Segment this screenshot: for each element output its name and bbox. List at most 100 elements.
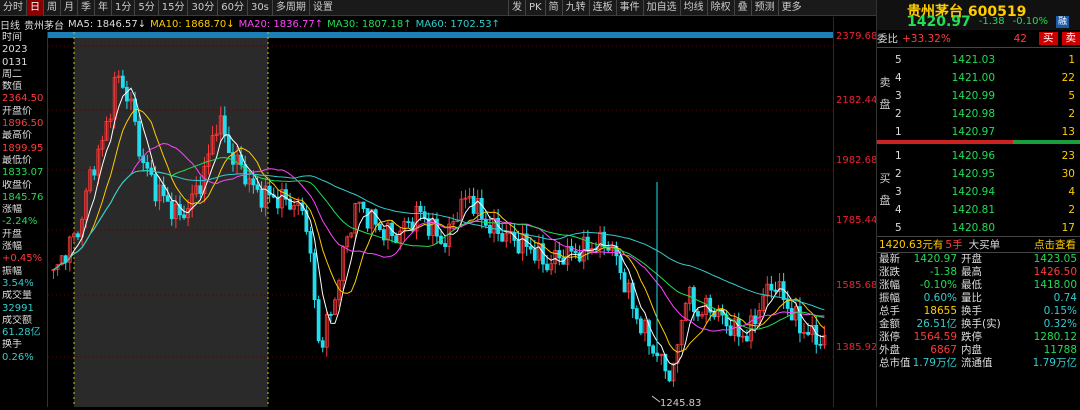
tool-button-4[interactable]: 连板 <box>589 0 616 16</box>
sell-level-row[interactable]: 51421.031 <box>877 51 1080 69</box>
crosshair-item: 涨幅 <box>0 204 47 216</box>
sell-level-row[interactable]: 31420.995 <box>877 87 1080 105</box>
weibi-value: +33.32% <box>902 30 969 47</box>
price-tick-label: 2379.68 <box>836 31 877 42</box>
tool-button-10[interactable]: 预测 <box>751 0 778 16</box>
tab-3[interactable]: 月 <box>60 0 77 16</box>
tab-2[interactable]: 周 <box>43 0 60 16</box>
level-volume: 30 <box>995 165 1075 183</box>
tool-button-2[interactable]: 简 <box>545 0 562 16</box>
sell-level-row[interactable]: 41421.0022 <box>877 69 1080 87</box>
candle-body <box>170 201 173 218</box>
stock-name-label: 贵州茅台 <box>24 17 64 31</box>
tool-button-6[interactable]: 加自选 <box>643 0 680 16</box>
buy-button[interactable]: 买 <box>1039 32 1058 45</box>
tab-11[interactable]: 30s <box>247 0 272 16</box>
weibi-label: 委比 <box>877 30 902 47</box>
big-order-view-link[interactable]: 点击查看 <box>1034 237 1076 252</box>
tool-button-11[interactable]: 更多 <box>778 0 805 16</box>
tool-button-0[interactable]: 发 <box>508 0 525 16</box>
level-price: 1420.99 <box>935 87 995 105</box>
selection-region[interactable] <box>74 32 268 407</box>
stat-row: 金额26.51亿换手(实)0.32% <box>877 318 1080 331</box>
level-price: 1420.96 <box>935 147 995 165</box>
sell-button[interactable]: 卖 <box>1062 32 1080 45</box>
sell-orderbook: 卖盘51421.03141421.002231420.99521420.9821… <box>877 48 1080 140</box>
weibi-row: 委比 +33.32% 42 买 卖 <box>877 30 1080 48</box>
sell-level-row[interactable]: 11420.9713 <box>877 123 1080 141</box>
stat-key: 换手 <box>957 305 1007 318</box>
tool-button-8[interactable]: 除权 <box>707 0 734 16</box>
price-tick-label: 1982.68 <box>836 155 877 166</box>
crosshair-item: 周二 <box>0 69 47 81</box>
candle-body <box>435 219 438 236</box>
tab-5[interactable]: 年 <box>94 0 111 16</box>
tab-0[interactable]: 分时 <box>0 0 26 16</box>
buy-orderbook: 买盘11420.962321420.953031420.94441420.812… <box>877 144 1080 236</box>
quote-change: -1.38 <box>979 16 1005 30</box>
kline-chart[interactable]: 1245.83 <box>48 32 833 407</box>
candle-body <box>444 243 447 246</box>
stat-value: 1280.12 <box>1007 331 1077 344</box>
tool-button-9[interactable]: 叠 <box>734 0 751 16</box>
ma60-label: MA60: 1702.53↑ <box>416 19 500 30</box>
candle-body <box>256 185 259 190</box>
tab-6[interactable]: 1分 <box>111 0 134 16</box>
buy-side-label: 买 <box>879 172 891 186</box>
crosshair-item: 0131 <box>0 57 47 69</box>
tool-button-5[interactable]: 事件 <box>616 0 643 16</box>
level-volume: 4 <box>995 183 1075 201</box>
date-scroll-bar[interactable] <box>48 32 833 38</box>
buy-level-row[interactable]: 41420.812 <box>877 201 1080 219</box>
stat-key: 涨跌 <box>877 266 907 279</box>
tab-8[interactable]: 15分 <box>158 0 188 16</box>
stat-key: 跌停 <box>957 331 1007 344</box>
crosshair-item: 成交额 <box>0 315 47 327</box>
candle-body <box>533 249 536 260</box>
candle-body <box>770 284 773 290</box>
stat-value: 1.79万亿 <box>1007 357 1077 370</box>
stat-value: 26.51亿 <box>907 318 957 331</box>
candle-body <box>362 202 365 209</box>
buy-level-row[interactable]: 11420.9623 <box>877 147 1080 165</box>
tool-button-3[interactable]: 九转 <box>562 0 589 16</box>
tool-button-1[interactable]: PK <box>525 0 545 16</box>
tool-button-7[interactable]: 均线 <box>680 0 707 16</box>
level-volume: 2 <box>995 105 1075 123</box>
stat-value: -1.38 <box>907 266 957 279</box>
level-price: 1420.81 <box>935 201 995 219</box>
stat-key: 外盘 <box>877 344 907 357</box>
tab-10[interactable]: 60分 <box>217 0 247 16</box>
stat-key: 涨停 <box>877 331 907 344</box>
crosshair-item: 开盘 <box>0 229 47 241</box>
candle-body <box>329 314 332 315</box>
buy-level-row[interactable]: 21420.9530 <box>877 165 1080 183</box>
candle-body <box>199 186 202 194</box>
crosshair-item: 2023 <box>0 44 47 56</box>
stat-key: 开盘 <box>957 253 1007 266</box>
tab-9[interactable]: 30分 <box>187 0 217 16</box>
chart-mode: 日线 <box>0 17 20 31</box>
big-order-row[interactable]: 1420.63元有 5手 大买单 点击查看 <box>877 236 1080 253</box>
tool-buttons: 发PK简九转连板事件加自选均线除权叠预测更多 <box>508 0 805 16</box>
buy-level-row[interactable]: 31420.944 <box>877 183 1080 201</box>
tab-4[interactable]: 季 <box>77 0 94 16</box>
sell-level-row[interactable]: 21420.982 <box>877 105 1080 123</box>
tab-7[interactable]: 5分 <box>134 0 157 16</box>
ma5-label: MA5: 1846.57↓ <box>68 19 146 30</box>
big-order-qty: 5手 <box>945 237 962 252</box>
tab-13[interactable]: 设置 <box>309 0 336 16</box>
candle-body <box>317 300 320 341</box>
level-price: 1421.03 <box>935 51 995 69</box>
crosshair-item: 振幅 <box>0 266 47 278</box>
tab-12[interactable]: 多周期 <box>272 0 309 16</box>
quote-stats: 最新1420.97开盘1423.05涨跌-1.38最高1426.50涨幅-0.1… <box>877 253 1080 370</box>
buy-level-row[interactable]: 51420.8017 <box>877 219 1080 237</box>
stat-value: 1564.59 <box>907 331 957 344</box>
tab-1[interactable]: 日 <box>26 0 43 16</box>
candle-body <box>407 222 410 223</box>
price-tick-label: 2182.44 <box>836 95 877 106</box>
kline-svg[interactable]: 1245.83 <box>48 32 833 407</box>
candle-body <box>501 234 504 242</box>
level-volume: 13 <box>995 123 1075 141</box>
